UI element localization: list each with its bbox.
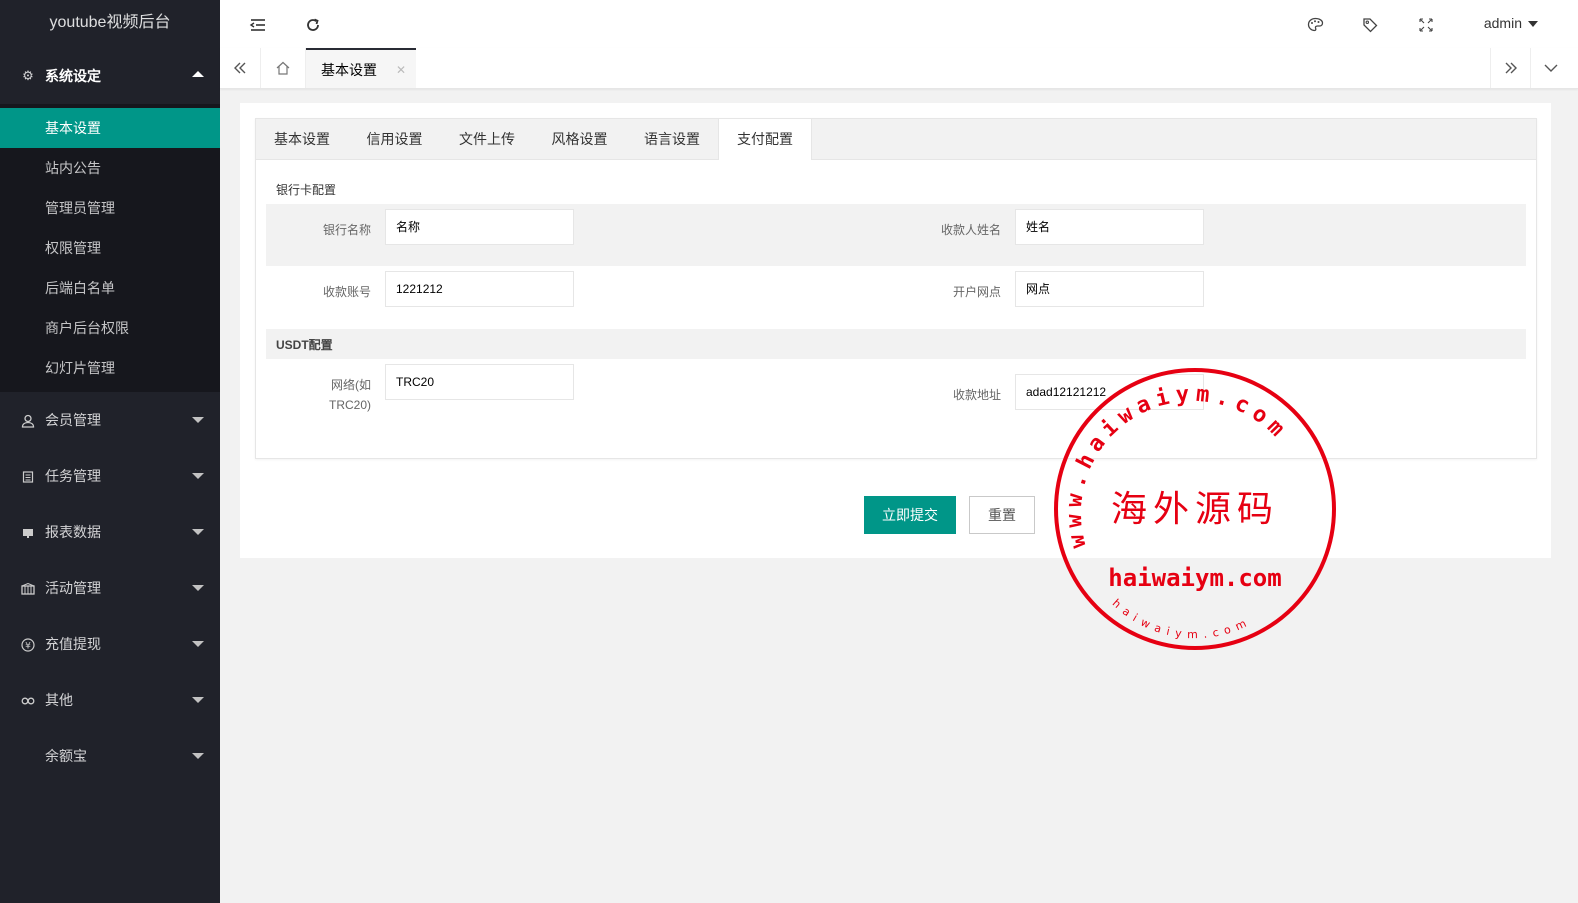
- bank-name-label: 银行名称: [322, 223, 371, 237]
- yen-icon: ¥: [20, 616, 36, 672]
- payee-input[interactable]: 姓名: [1015, 209, 1204, 245]
- scroll-right-icon[interactable]: [1490, 48, 1531, 88]
- list-icon: [20, 448, 36, 504]
- scroll-left-icon[interactable]: [220, 48, 261, 88]
- caret-down-icon: [1528, 21, 1538, 28]
- user-name: admin: [1483, 15, 1522, 31]
- tab-credit[interactable]: 信用设置: [348, 119, 441, 159]
- usdt-section-title: USDT配置: [276, 338, 333, 352]
- home-icon[interactable]: [261, 48, 306, 88]
- refresh-icon[interactable]: [293, 0, 333, 48]
- sidebar-group-label: 任务管理: [45, 468, 101, 484]
- submit-button[interactable]: 立即提交: [864, 496, 956, 534]
- caret-down-icon: [192, 585, 204, 591]
- sidebar-item-announcements[interactable]: 站内公告: [0, 148, 220, 188]
- address-label: 收款地址: [952, 388, 1001, 402]
- caret-down-icon: [192, 641, 204, 647]
- sidebar-group-balance[interactable]: 余额宝: [0, 728, 220, 784]
- fullscreen-icon[interactable]: [1406, 0, 1446, 48]
- sidebar: youtube视频后台 ⚙ 系统设定 基本设置 站内公告 管理员管理 权限管理 …: [0, 0, 220, 903]
- network-label: 网络(如 TRC20): [281, 375, 371, 415]
- watermark-domain-text: haiwaiym.com: [1108, 564, 1281, 592]
- sidebar-group-members[interactable]: 会员管理: [0, 392, 220, 448]
- sidebar-group-label: 会员管理: [45, 412, 101, 428]
- chart-icon: [20, 504, 36, 560]
- sidebar-item-merchant-permissions[interactable]: 商户后台权限: [0, 308, 220, 348]
- settings-tabs: 基本设置 信用设置 文件上传 风格设置 语言设置 支付配置: [256, 119, 1536, 160]
- sidebar-group-label: 充值提现: [45, 636, 101, 652]
- page-tab-current[interactable]: 基本设置 ✕: [306, 48, 416, 88]
- sidebar-item-permissions[interactable]: 权限管理: [0, 228, 220, 268]
- sidebar-group-label: 报表数据: [45, 524, 101, 540]
- page-tab-label: 基本设置: [321, 62, 377, 78]
- caret-down-icon: [192, 417, 204, 423]
- page-tabs-bar: 基本设置 ✕: [220, 48, 1578, 89]
- top-header: admin: [220, 0, 1578, 49]
- sidebar-subnav: 基本设置 站内公告 管理员管理 权限管理 后端白名单 商户后台权限 幻灯片管理: [0, 104, 220, 392]
- tab-language[interactable]: 语言设置: [626, 119, 718, 159]
- tabs-menu-icon[interactable]: [1530, 48, 1571, 88]
- tab-upload[interactable]: 文件上传: [441, 119, 533, 159]
- sidebar-group-label: 系统设定: [45, 68, 101, 84]
- user-menu[interactable]: admin: [1484, 0, 1538, 48]
- app-logo[interactable]: youtube视频后台: [0, 0, 220, 48]
- svg-text:¥: ¥: [25, 641, 31, 651]
- menu-toggle-icon[interactable]: [238, 0, 278, 48]
- bank-name-input[interactable]: 名称: [385, 209, 574, 245]
- tab-payment[interactable]: 支付配置: [718, 119, 812, 160]
- payee-label: 收款人姓名: [940, 223, 1001, 237]
- network-label-line1: 网络(如: [331, 378, 371, 392]
- reset-button[interactable]: 重置: [969, 496, 1035, 534]
- sidebar-group-label: 其他: [45, 692, 73, 708]
- network-label-line2: TRC20): [328, 398, 371, 412]
- sidebar-group-label: 余额宝: [45, 748, 87, 764]
- sidebar-item-slides[interactable]: 幻灯片管理: [0, 348, 220, 388]
- sidebar-group-tasks[interactable]: 任务管理: [0, 448, 220, 504]
- sidebar-item-whitelist[interactable]: 后端白名单: [0, 268, 220, 308]
- watermark-center-text: 海外源码: [1111, 489, 1279, 530]
- tab-style[interactable]: 风格设置: [533, 119, 626, 159]
- bank-section-title: 银行卡配置: [276, 183, 337, 197]
- branch-label: 开户网点: [952, 285, 1001, 299]
- tag-icon[interactable]: [1350, 0, 1390, 48]
- close-icon[interactable]: ✕: [396, 50, 406, 90]
- caret-down-icon: [192, 753, 204, 759]
- sidebar-group-others[interactable]: 其他: [0, 672, 220, 728]
- settings-tab-panel: 基本设置 信用设置 文件上传 风格设置 语言设置 支付配置 银行卡配置 银行名称…: [255, 118, 1537, 459]
- sidebar-group-activities[interactable]: 活动管理: [0, 560, 220, 616]
- watermark-stamp: www.haiwaiym.com 海外源码 haiwaiym.com haiwa…: [1054, 368, 1336, 650]
- sidebar-group-label: 活动管理: [45, 580, 101, 596]
- caret-down-icon: [192, 697, 204, 703]
- tab-basic[interactable]: 基本设置: [256, 119, 348, 159]
- theme-icon[interactable]: [1295, 0, 1335, 48]
- sidebar-item-admins[interactable]: 管理员管理: [0, 188, 220, 228]
- sidebar-group-system[interactable]: ⚙ 系统设定: [0, 48, 220, 104]
- caret-up-icon: [192, 71, 204, 77]
- caret-down-icon: [192, 473, 204, 479]
- user-icon: [20, 392, 36, 448]
- account-label: 收款账号: [322, 285, 371, 299]
- sidebar-group-recharge[interactable]: ¥ 充值提现: [0, 616, 220, 672]
- link-icon: [20, 672, 36, 728]
- gear-icon: ⚙: [22, 68, 34, 83]
- sidebar-group-reports[interactable]: 报表数据: [0, 504, 220, 560]
- account-input[interactable]: 1221212: [385, 271, 574, 307]
- sidebar-item-basic-settings[interactable]: 基本设置: [0, 108, 220, 148]
- content-card: 基本设置 信用设置 文件上传 风格设置 语言设置 支付配置 银行卡配置 银行名称…: [240, 103, 1551, 558]
- network-input[interactable]: TRC20: [385, 364, 574, 400]
- branch-input[interactable]: 网点: [1015, 271, 1204, 307]
- usdt-section-bar: [266, 329, 1526, 359]
- activity-icon: [20, 560, 36, 616]
- caret-down-icon: [192, 529, 204, 535]
